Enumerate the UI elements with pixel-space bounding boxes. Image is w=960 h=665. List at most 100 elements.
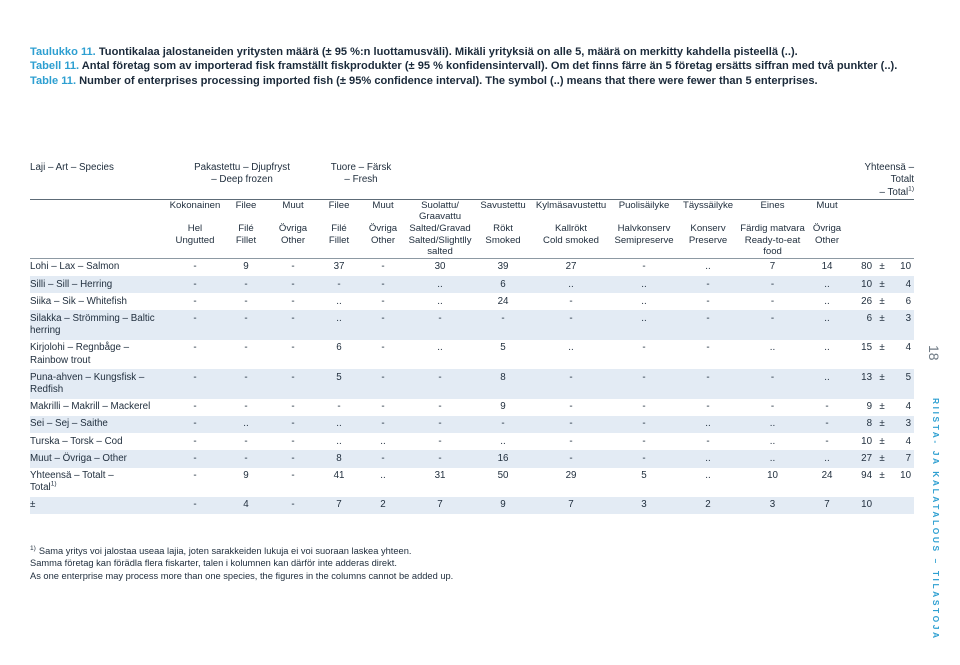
cell: - (361, 310, 406, 340)
cell: 37 (333, 261, 345, 273)
table-row: Kirjolohi – Regnbåge – Rainbow trout - -… (30, 340, 914, 369)
cell: - (361, 450, 406, 468)
cell-plusminus: ± (879, 342, 885, 354)
cell: 5 (317, 369, 362, 399)
document-page: Taulukko 11. Tuontikalaa jalostaneiden y… (0, 0, 960, 665)
cell: - (193, 342, 197, 354)
cell-plusminus: ± (879, 401, 885, 413)
cell: - (438, 401, 442, 413)
cell: - (569, 295, 573, 307)
cell: - (569, 401, 573, 413)
cell: .. (806, 369, 849, 399)
cell: .. (317, 310, 362, 340)
cell: - (291, 435, 295, 447)
caption-text-en: Number of enterprises processing importe… (76, 74, 818, 87)
cell: .. (641, 295, 647, 307)
cell: 24 (821, 470, 833, 481)
page-side-rail: 18 RIISTA- JA KALATALOUS – TILASTOJA (914, 0, 960, 665)
cell: .. (531, 276, 612, 294)
row-species-label: Siika – Sik – Whitefish (30, 295, 127, 307)
subheader-en-1: Fillet (235, 234, 257, 246)
total-column-header-l2: – Total1) (879, 185, 915, 198)
statistics-table-container: Laji – Art – Species Pakastettu – Djupfr… (30, 162, 915, 515)
subheader-fi-6: Savustettu (480, 199, 526, 211)
table-row: Makrilli – Makrill – Mackerel - - - - - … (30, 399, 914, 416)
cell: - (193, 401, 197, 413)
subheader-fi-10: Eines (760, 199, 785, 211)
margin-row-label: ± (30, 496, 167, 515)
row-species-label: Lohi – Lax – Salmon (30, 261, 120, 273)
cell: 41 (333, 470, 345, 481)
cell: - (825, 401, 829, 413)
subheader-fi-7: Kylmäsavustettu (535, 199, 607, 211)
cell: - (531, 310, 612, 340)
subheader-en-5: Salted/Slightlly salted (408, 234, 472, 258)
caption-line-en: Table 11. Number of enterprises processi… (30, 74, 925, 88)
cell: - (642, 401, 646, 413)
cell: - (825, 435, 829, 447)
cell-plusminus: ± (879, 295, 885, 307)
cell: 7 (806, 496, 849, 515)
cell: - (193, 470, 197, 481)
cell: 31 (434, 470, 446, 481)
cell: .. (380, 435, 386, 447)
cell: 9 (243, 470, 249, 481)
cell-total: 94 (861, 470, 873, 481)
table-total-row: Yhteensä – Totalt – Total1) - 9 - 41 .. … (30, 468, 914, 497)
cell: - (806, 415, 849, 434)
cell: .. (824, 295, 830, 307)
cell: - (337, 401, 341, 413)
caption-line-sv: Tabell 11. Antal företag som av importer… (30, 59, 925, 73)
cell: - (611, 369, 678, 399)
cell: - (291, 295, 295, 307)
cell-plusminus: ± (879, 470, 885, 481)
cell-plusminus: ± (874, 415, 891, 434)
cell: 5 (500, 342, 506, 354)
subheader-en-7: Cold smoked (543, 234, 600, 246)
cell: 6 (475, 276, 532, 294)
cell-total: 27 (848, 450, 875, 468)
cell: - (361, 276, 406, 294)
cell: 10 (767, 470, 778, 481)
cell: - (569, 435, 573, 447)
subheader-en-total-spacer (848, 235, 914, 259)
total-row-label: Yhteensä – Totalt – Total1) (30, 468, 167, 497)
group-header-deep-frozen: Pakastettu – Djupfryst – Deep frozen (167, 162, 317, 199)
cell-total: 15 (861, 342, 873, 354)
cell: - (531, 450, 612, 468)
group-header-row: Laji – Art – Species Pakastettu – Djupfr… (30, 162, 914, 199)
cell: 2 (677, 496, 740, 515)
cell: .. (405, 276, 476, 294)
cell-plusminus: ± (879, 261, 885, 273)
cell: - (167, 415, 223, 434)
cell-confidence: 3 (890, 415, 915, 434)
total-row-footnote-mark: 1) (50, 480, 57, 488)
subheader-row-en: Ungutted Fillet Other Fillet Other Salte… (30, 235, 914, 259)
cell: .. (677, 415, 740, 434)
subheader-en-9: Preserve (688, 234, 728, 246)
caption-text-fi: Tuontikalaa jalostaneiden yritysten määr… (95, 46, 798, 58)
cell: - (244, 342, 248, 354)
subheader-en-11: Other (815, 234, 840, 246)
cell: - (611, 450, 678, 468)
cell-plusminus (874, 496, 891, 515)
cell: - (706, 401, 710, 413)
cell: .. (611, 276, 678, 294)
subheader-en-10: Ready-to-eat food (744, 234, 801, 258)
subheader-en-species (30, 235, 167, 259)
species-column-header: Laji – Art – Species (30, 162, 114, 173)
subheader-sv-8: Halvkonserv (617, 223, 671, 235)
cell-total: 8 (848, 415, 875, 434)
row-species-label: Kirjolohi – Regnbåge – Rainbow trout (30, 342, 130, 366)
footnote-line-sv: Samma företag kan förädla flera fiskarte… (30, 557, 650, 569)
cell: - (244, 295, 248, 307)
group-header-deep-frozen-l1: Pakastettu – Djupfryst (194, 162, 290, 173)
cell: - (291, 342, 295, 354)
cell: - (770, 295, 775, 307)
cell: 14 (821, 261, 833, 273)
cell-total: 10 (848, 276, 875, 294)
cell: 8 (317, 450, 362, 468)
cell-confidence: 5 (890, 369, 915, 399)
subheader-sv-0: Hel (187, 223, 203, 235)
subheader-sv-1: Filé (238, 223, 254, 235)
